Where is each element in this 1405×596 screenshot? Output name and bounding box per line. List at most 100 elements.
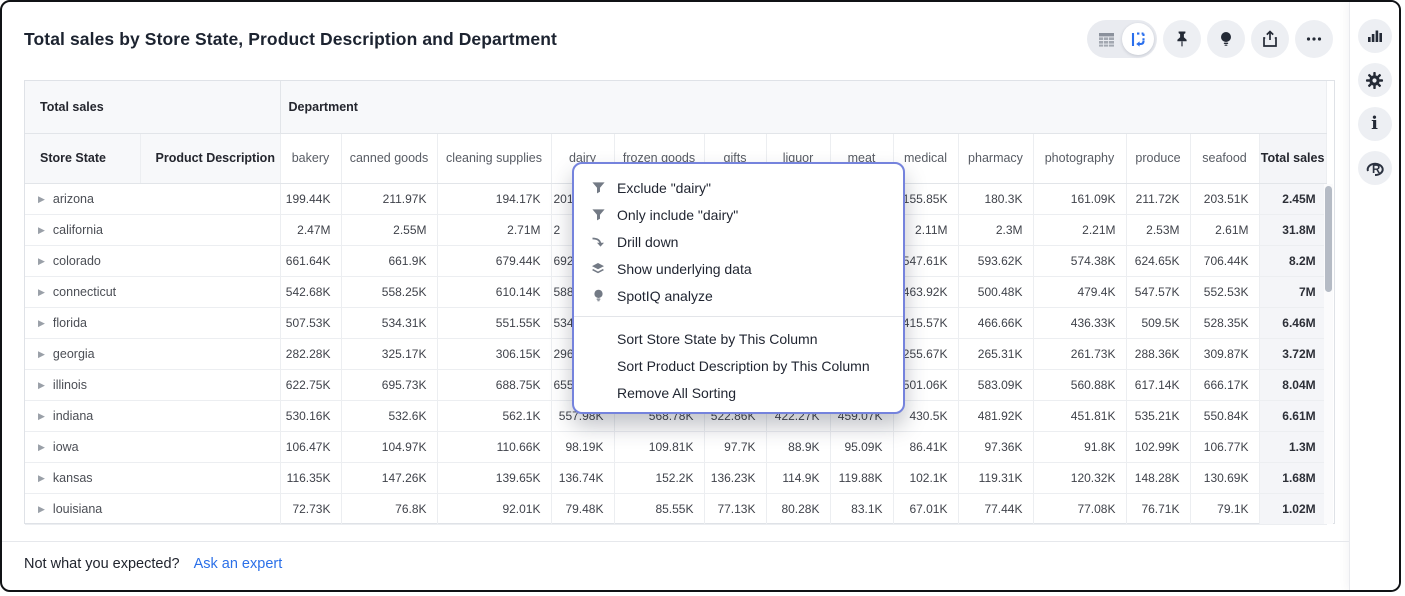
value-cell[interactable]: 479.4K [1033, 276, 1126, 307]
value-cell[interactable]: 116.35K [280, 462, 341, 493]
value-cell[interactable]: 77.08K [1033, 493, 1126, 524]
menu-item-drill-down[interactable]: Drill down [574, 228, 903, 255]
value-cell[interactable]: 91.8K [1033, 431, 1126, 462]
expand-triangle-icon[interactable]: ▶ [38, 349, 45, 359]
value-cell[interactable]: 617.14K [1126, 369, 1190, 400]
value-cell[interactable]: 2.45M [1259, 183, 1326, 214]
state-cell-florida[interactable]: ▶florida [25, 307, 280, 338]
column-header-bakery[interactable]: bakery [280, 133, 341, 183]
value-cell[interactable]: 106.77K [1190, 431, 1259, 462]
state-cell-connecticut[interactable]: ▶connecticut [25, 276, 280, 307]
value-cell[interactable]: 2.61M [1190, 214, 1259, 245]
value-cell[interactable]: 119.88K [830, 462, 893, 493]
value-cell[interactable]: 86.41K [893, 431, 958, 462]
value-cell[interactable]: 688.75K [437, 369, 551, 400]
value-cell[interactable]: 466.66K [958, 307, 1033, 338]
value-cell[interactable]: 2.3M [958, 214, 1033, 245]
value-cell[interactable]: 76.8K [341, 493, 437, 524]
value-cell[interactable]: 152.2K [614, 462, 704, 493]
value-cell[interactable]: 507.53K [280, 307, 341, 338]
value-cell[interactable]: 500.48K [958, 276, 1033, 307]
expand-triangle-icon[interactable]: ▶ [38, 225, 45, 235]
value-cell[interactable]: 661.9K [341, 245, 437, 276]
value-cell[interactable]: 593.62K [958, 245, 1033, 276]
value-cell[interactable]: 79.48K [551, 493, 614, 524]
value-cell[interactable]: 261.73K [1033, 338, 1126, 369]
value-cell[interactable]: 551.55K [437, 307, 551, 338]
value-cell[interactable]: 560.88K [1033, 369, 1126, 400]
pivot-view-icon[interactable] [1122, 23, 1154, 55]
value-cell[interactable]: 306.15K [437, 338, 551, 369]
value-cell[interactable]: 203.51K [1190, 183, 1259, 214]
value-cell[interactable]: 77.44K [958, 493, 1033, 524]
value-cell[interactable]: 534.31K [341, 307, 437, 338]
value-cell[interactable]: 1.3M [1259, 431, 1326, 462]
column-header-seafood[interactable]: seafood [1190, 133, 1259, 183]
value-cell[interactable]: 211.72K [1126, 183, 1190, 214]
value-cell[interactable]: 161.09K [1033, 183, 1126, 214]
spotiq-bulb-icon[interactable] [1207, 20, 1245, 58]
value-cell[interactable]: 2.47M [280, 214, 341, 245]
value-cell[interactable]: 1.02M [1259, 493, 1326, 524]
pin-icon[interactable] [1163, 20, 1201, 58]
value-cell[interactable]: 542.68K [280, 276, 341, 307]
value-cell[interactable]: 706.44K [1190, 245, 1259, 276]
value-cell[interactable]: 574.38K [1033, 245, 1126, 276]
value-cell[interactable]: 109.81K [614, 431, 704, 462]
value-cell[interactable]: 97.36K [958, 431, 1033, 462]
value-cell[interactable]: 695.73K [341, 369, 437, 400]
menu-item-remove-all-sorting[interactable]: Remove All Sorting [574, 379, 903, 406]
scrollbar-thumb[interactable] [1325, 186, 1332, 292]
expand-triangle-icon[interactable]: ▶ [38, 442, 45, 452]
value-cell[interactable]: 282.28K [280, 338, 341, 369]
value-cell[interactable]: 8.04M [1259, 369, 1326, 400]
value-cell[interactable]: 436.33K [1033, 307, 1126, 338]
value-cell[interactable]: 104.97K [341, 431, 437, 462]
value-cell[interactable]: 610.14K [437, 276, 551, 307]
value-cell[interactable]: 2.55M [341, 214, 437, 245]
value-cell[interactable]: 95.09K [830, 431, 893, 462]
value-cell[interactable]: 1.68M [1259, 462, 1326, 493]
value-cell[interactable]: 547.57K [1126, 276, 1190, 307]
state-cell-colorado[interactable]: ▶colorado [25, 245, 280, 276]
value-cell[interactable]: 80.28K [766, 493, 830, 524]
value-cell[interactable]: 199.44K [280, 183, 341, 214]
value-cell[interactable]: 6.46M [1259, 307, 1326, 338]
value-cell[interactable]: 309.87K [1190, 338, 1259, 369]
value-cell[interactable]: 562.1K [437, 400, 551, 431]
menu-item-exclude-dairy[interactable]: Exclude "dairy" [574, 174, 903, 201]
value-cell[interactable]: 147.26K [341, 462, 437, 493]
state-cell-indiana[interactable]: ▶indiana [25, 400, 280, 431]
value-cell[interactable]: 136.74K [551, 462, 614, 493]
value-cell[interactable]: 194.17K [437, 183, 551, 214]
table-view-icon[interactable] [1090, 23, 1122, 55]
state-cell-arizona[interactable]: ▶arizona [25, 183, 280, 214]
column-header-pharmacy[interactable]: pharmacy [958, 133, 1033, 183]
expand-triangle-icon[interactable]: ▶ [38, 194, 45, 204]
value-cell[interactable]: 288.36K [1126, 338, 1190, 369]
row-header-store-state[interactable]: Store State [25, 133, 140, 183]
column-header-cleaning-supplies[interactable]: cleaning supplies [437, 133, 551, 183]
value-cell[interactable]: 530.16K [280, 400, 341, 431]
column-header-canned-goods[interactable]: canned goods [341, 133, 437, 183]
chart-icon[interactable] [1358, 19, 1392, 53]
value-cell[interactable]: 211.97K [341, 183, 437, 214]
value-cell[interactable]: 85.55K [614, 493, 704, 524]
expand-triangle-icon[interactable]: ▶ [38, 380, 45, 390]
value-cell[interactable]: 2.21M [1033, 214, 1126, 245]
value-cell[interactable]: 8.2M [1259, 245, 1326, 276]
column-header-photography[interactable]: photography [1033, 133, 1126, 183]
value-cell[interactable]: 679.44K [437, 245, 551, 276]
share-icon[interactable] [1251, 20, 1289, 58]
expand-triangle-icon[interactable]: ▶ [38, 504, 45, 514]
more-ellipsis-icon[interactable] [1295, 20, 1333, 58]
column-header-Total-sales[interactable]: Total sales [1259, 133, 1326, 183]
value-cell[interactable]: 77.13K [704, 493, 766, 524]
value-cell[interactable]: 130.69K [1190, 462, 1259, 493]
gear-icon[interactable] [1358, 63, 1392, 97]
value-cell[interactable]: 102.1K [893, 462, 958, 493]
value-cell[interactable]: 661.64K [280, 245, 341, 276]
value-cell[interactable]: 139.65K [437, 462, 551, 493]
value-cell[interactable]: 76.71K [1126, 493, 1190, 524]
value-cell[interactable]: 83.1K [830, 493, 893, 524]
